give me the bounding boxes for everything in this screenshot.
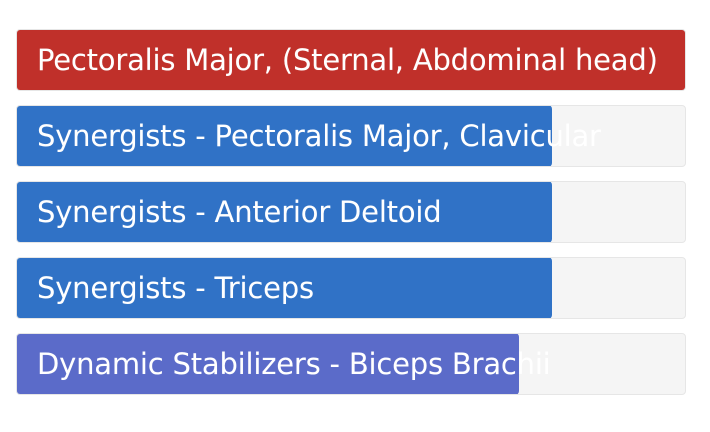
muscle-bar-label: Synergists - Pectoralis Major, Clavicula… [37, 119, 601, 153]
muscle-bar-label: Synergists - Anterior Deltoid [37, 195, 442, 229]
muscle-bar-label: Dynamic Stabilizers - Biceps Brachii [37, 347, 551, 381]
muscle-activation-list: Pectoralis Major, (Sternal, Abdominal he… [16, 29, 686, 409]
muscle-bar-label: Pectoralis Major, (Sternal, Abdominal he… [37, 43, 658, 77]
muscle-bar-synergist-anterior-deltoid: Synergists - Anterior Deltoid [16, 181, 686, 243]
muscle-bar-stabilizer-biceps: Dynamic Stabilizers - Biceps Brachii [16, 333, 686, 395]
muscle-bar-label: Synergists - Triceps [37, 271, 314, 305]
muscle-bar-synergist-clavicular: Synergists - Pectoralis Major, Clavicula… [16, 105, 686, 167]
muscle-bar-synergist-triceps: Synergists - Triceps [16, 257, 686, 319]
muscle-bar-pectoralis-major: Pectoralis Major, (Sternal, Abdominal he… [16, 29, 686, 91]
